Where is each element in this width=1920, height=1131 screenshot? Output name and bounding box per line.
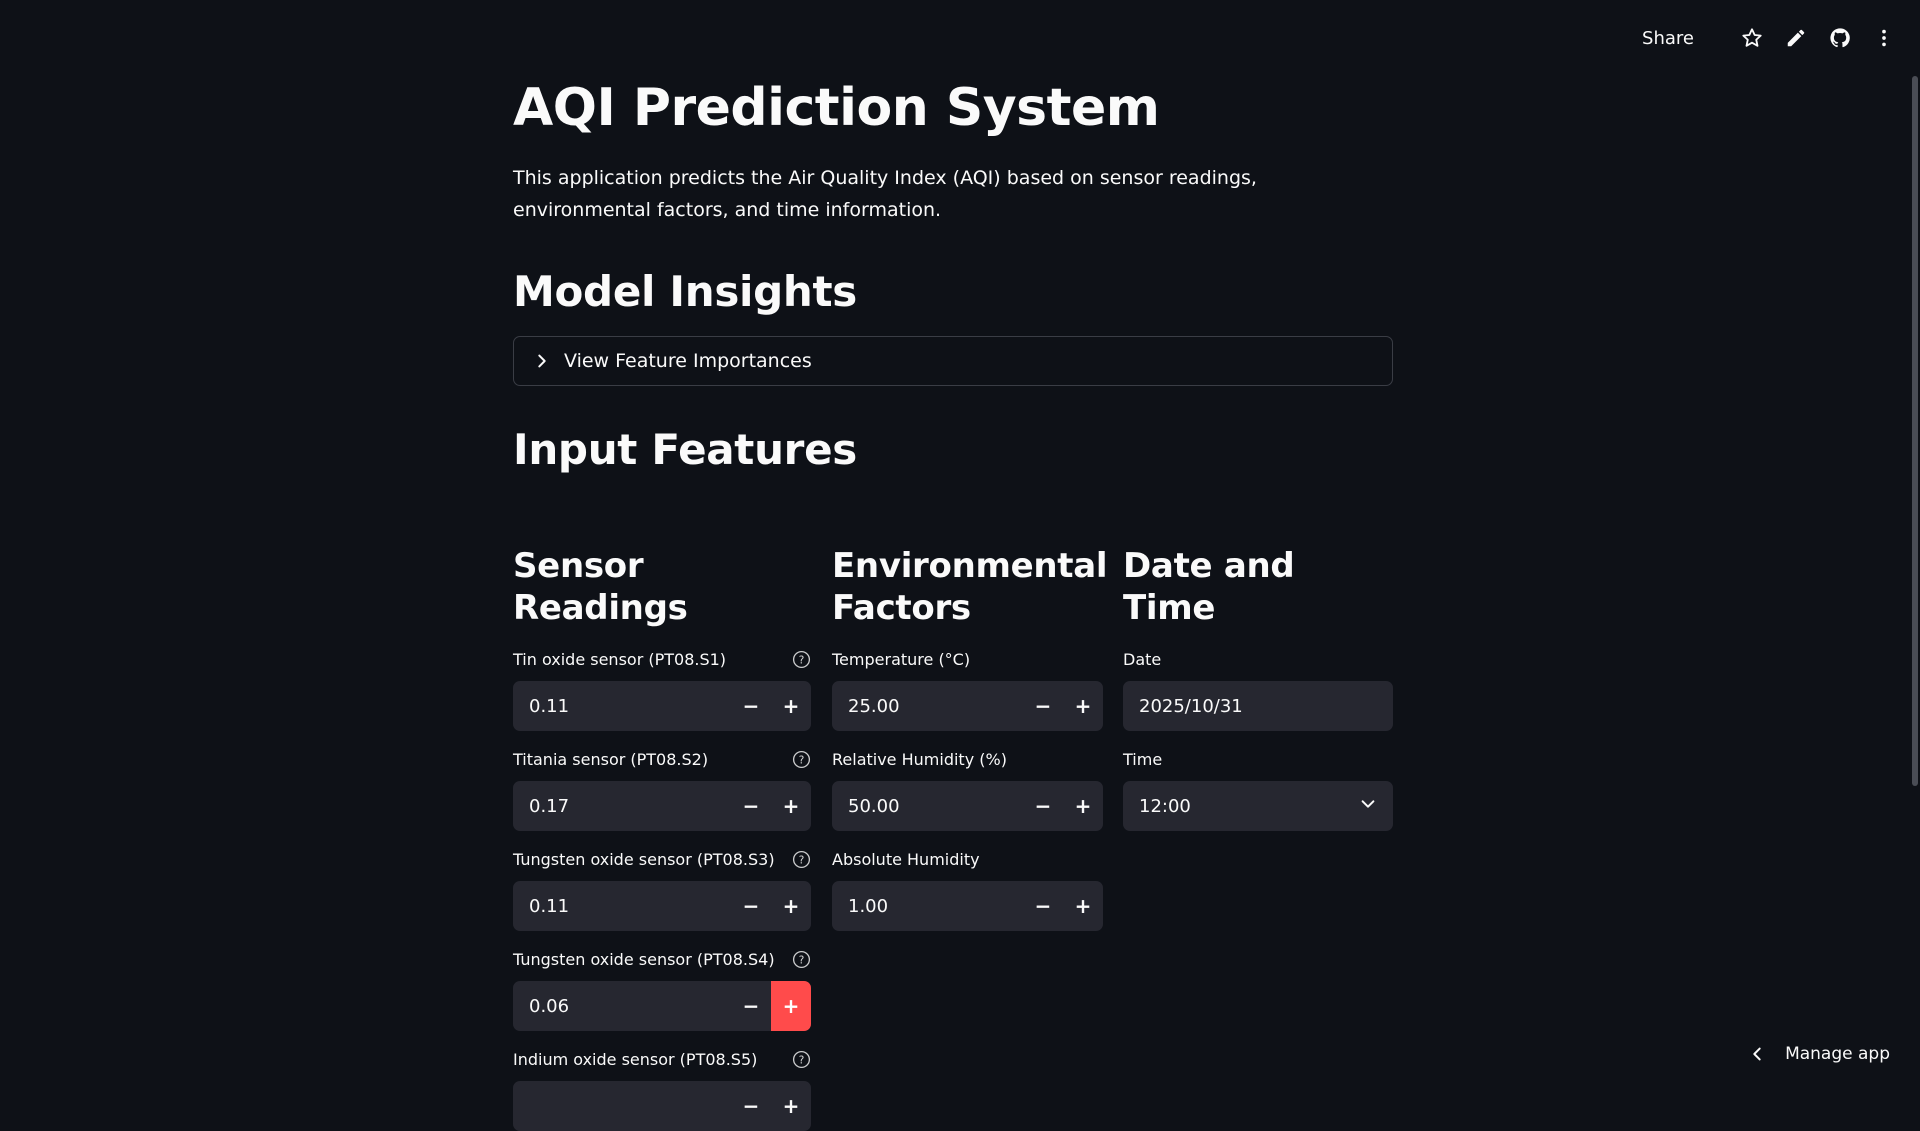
increment-button[interactable]: + xyxy=(771,981,811,1031)
scrollbar[interactable] xyxy=(1912,76,1918,786)
star-icon[interactable] xyxy=(1740,26,1764,50)
field-label: Tungsten oxide sensor (PT08.S3) xyxy=(513,850,775,869)
sensor-readings-column: Sensor Readings Tin oxide sensor (PT08.S… xyxy=(513,545,811,1131)
help-icon[interactable]: ? xyxy=(791,1049,811,1069)
decrement-button[interactable]: − xyxy=(1023,781,1063,831)
input-columns: Sensor Readings Tin oxide sensor (PT08.S… xyxy=(513,545,1393,1085)
share-button[interactable]: Share xyxy=(1642,28,1694,49)
decrement-button[interactable]: − xyxy=(731,1081,771,1131)
sensor-field-s5: Indium oxide sensor (PT08.S5) ? − + xyxy=(513,1049,811,1131)
number-input: 0.17 − + xyxy=(513,781,811,831)
number-input: 1.00 − + xyxy=(832,881,1103,931)
feature-importances-expander[interactable]: View Feature Importances xyxy=(513,336,1393,386)
increment-button[interactable]: + xyxy=(1063,781,1103,831)
svg-text:?: ? xyxy=(798,754,804,766)
page-title: AQI Prediction System xyxy=(513,70,1393,146)
field-label: Tin oxide sensor (PT08.S1) xyxy=(513,650,726,669)
field-label: Temperature (°C) xyxy=(832,650,970,669)
sensor-field-s3: Tungsten oxide sensor (PT08.S3) ? 0.11 −… xyxy=(513,849,811,931)
field-label: Time xyxy=(1123,750,1162,769)
number-input: 25.00 − + xyxy=(832,681,1103,731)
increment-button[interactable]: + xyxy=(771,881,811,931)
decrement-button[interactable]: − xyxy=(731,981,771,1031)
field-label: Date xyxy=(1123,650,1161,669)
environmental-heading-line1: Environmental xyxy=(832,546,1107,586)
time-select[interactable]: 12:00 xyxy=(1123,781,1393,831)
date-time-column: Date and Time Date 2025/10/31 Time 12:00 xyxy=(1123,545,1393,831)
increment-button[interactable]: + xyxy=(1063,681,1103,731)
increment-button[interactable]: + xyxy=(771,1081,811,1131)
top-toolbar: Share xyxy=(1642,0,1920,76)
absolute-humidity-field: Absolute Humidity 1.00 − + xyxy=(832,849,1103,931)
date-field: Date 2025/10/31 xyxy=(1123,649,1393,731)
increment-button[interactable]: + xyxy=(771,681,811,731)
manage-app-label: Manage app xyxy=(1785,1044,1890,1064)
decrement-button[interactable]: − xyxy=(1023,881,1063,931)
chevron-down-icon xyxy=(1359,795,1377,818)
svg-text:?: ? xyxy=(798,1054,804,1066)
number-input-value[interactable]: 25.00 xyxy=(832,696,1023,717)
number-input-value[interactable]: 50.00 xyxy=(832,796,1023,817)
model-insights-heading: Model Insights xyxy=(513,262,1393,322)
number-input-value[interactable]: 0.11 xyxy=(513,696,731,717)
number-input-value[interactable]: 1.00 xyxy=(832,896,1023,917)
date-time-heading: Date and Time xyxy=(1123,545,1393,629)
environmental-column: Environmental Factors Temperature (°C) 2… xyxy=(832,545,1103,931)
date-input[interactable]: 2025/10/31 xyxy=(1123,681,1393,731)
number-input: 50.00 − + xyxy=(832,781,1103,831)
number-input-value[interactable]: 0.11 xyxy=(513,896,731,917)
environmental-heading-line2: Factors xyxy=(832,588,971,628)
field-label: Indium oxide sensor (PT08.S5) xyxy=(513,1050,757,1069)
time-field: Time 12:00 xyxy=(1123,749,1393,831)
decrement-button[interactable]: − xyxy=(731,881,771,931)
decrement-button[interactable]: − xyxy=(731,681,771,731)
chevron-right-icon xyxy=(532,351,552,371)
decrement-button[interactable]: − xyxy=(1023,681,1063,731)
sensor-readings-heading: Sensor Readings xyxy=(513,545,811,629)
chevron-left-icon xyxy=(1747,1044,1767,1064)
input-features-heading: Input Features xyxy=(513,420,1393,480)
more-vert-icon[interactable] xyxy=(1872,26,1896,50)
help-icon[interactable]: ? xyxy=(791,849,811,869)
number-input: 0.11 − + xyxy=(513,881,811,931)
environmental-heading: Environmental Factors xyxy=(832,545,1103,629)
field-label: Tungsten oxide sensor (PT08.S4) xyxy=(513,950,775,969)
time-select-value: 12:00 xyxy=(1139,796,1191,817)
field-label: Relative Humidity (%) xyxy=(832,750,1007,769)
field-label: Titania sensor (PT08.S2) xyxy=(513,750,708,769)
help-icon[interactable]: ? xyxy=(791,949,811,969)
svg-text:?: ? xyxy=(798,954,804,966)
svg-text:?: ? xyxy=(798,654,804,666)
number-input-value[interactable]: 0.06 xyxy=(513,996,731,1017)
number-input: 0.06 − + xyxy=(513,981,811,1031)
sensor-field-s2: Titania sensor (PT08.S2) ? 0.17 − + xyxy=(513,749,811,831)
help-icon[interactable]: ? xyxy=(791,649,811,669)
expander-label: View Feature Importances xyxy=(564,350,812,372)
field-label: Absolute Humidity xyxy=(832,850,980,869)
github-icon[interactable] xyxy=(1828,26,1852,50)
manage-app-button[interactable]: Manage app xyxy=(1747,1036,1890,1072)
relative-humidity-field: Relative Humidity (%) 50.00 − + xyxy=(832,749,1103,831)
help-icon[interactable]: ? xyxy=(791,749,811,769)
number-input-value[interactable]: 0.17 xyxy=(513,796,731,817)
pencil-icon[interactable] xyxy=(1784,26,1808,50)
main-content: AQI Prediction System This application p… xyxy=(513,70,1393,480)
sensor-field-s1: Tin oxide sensor (PT08.S1) ? 0.11 − + xyxy=(513,649,811,731)
sensor-field-s4: Tungsten oxide sensor (PT08.S4) ? 0.06 −… xyxy=(513,949,811,1031)
increment-button[interactable]: + xyxy=(771,781,811,831)
svg-text:?: ? xyxy=(798,854,804,866)
temperature-field: Temperature (°C) 25.00 − + xyxy=(832,649,1103,731)
decrement-button[interactable]: − xyxy=(731,781,771,831)
app-description: This application predicts the Air Qualit… xyxy=(513,162,1393,226)
increment-button[interactable]: + xyxy=(1063,881,1103,931)
number-input: − + xyxy=(513,1081,811,1131)
number-input: 0.11 − + xyxy=(513,681,811,731)
